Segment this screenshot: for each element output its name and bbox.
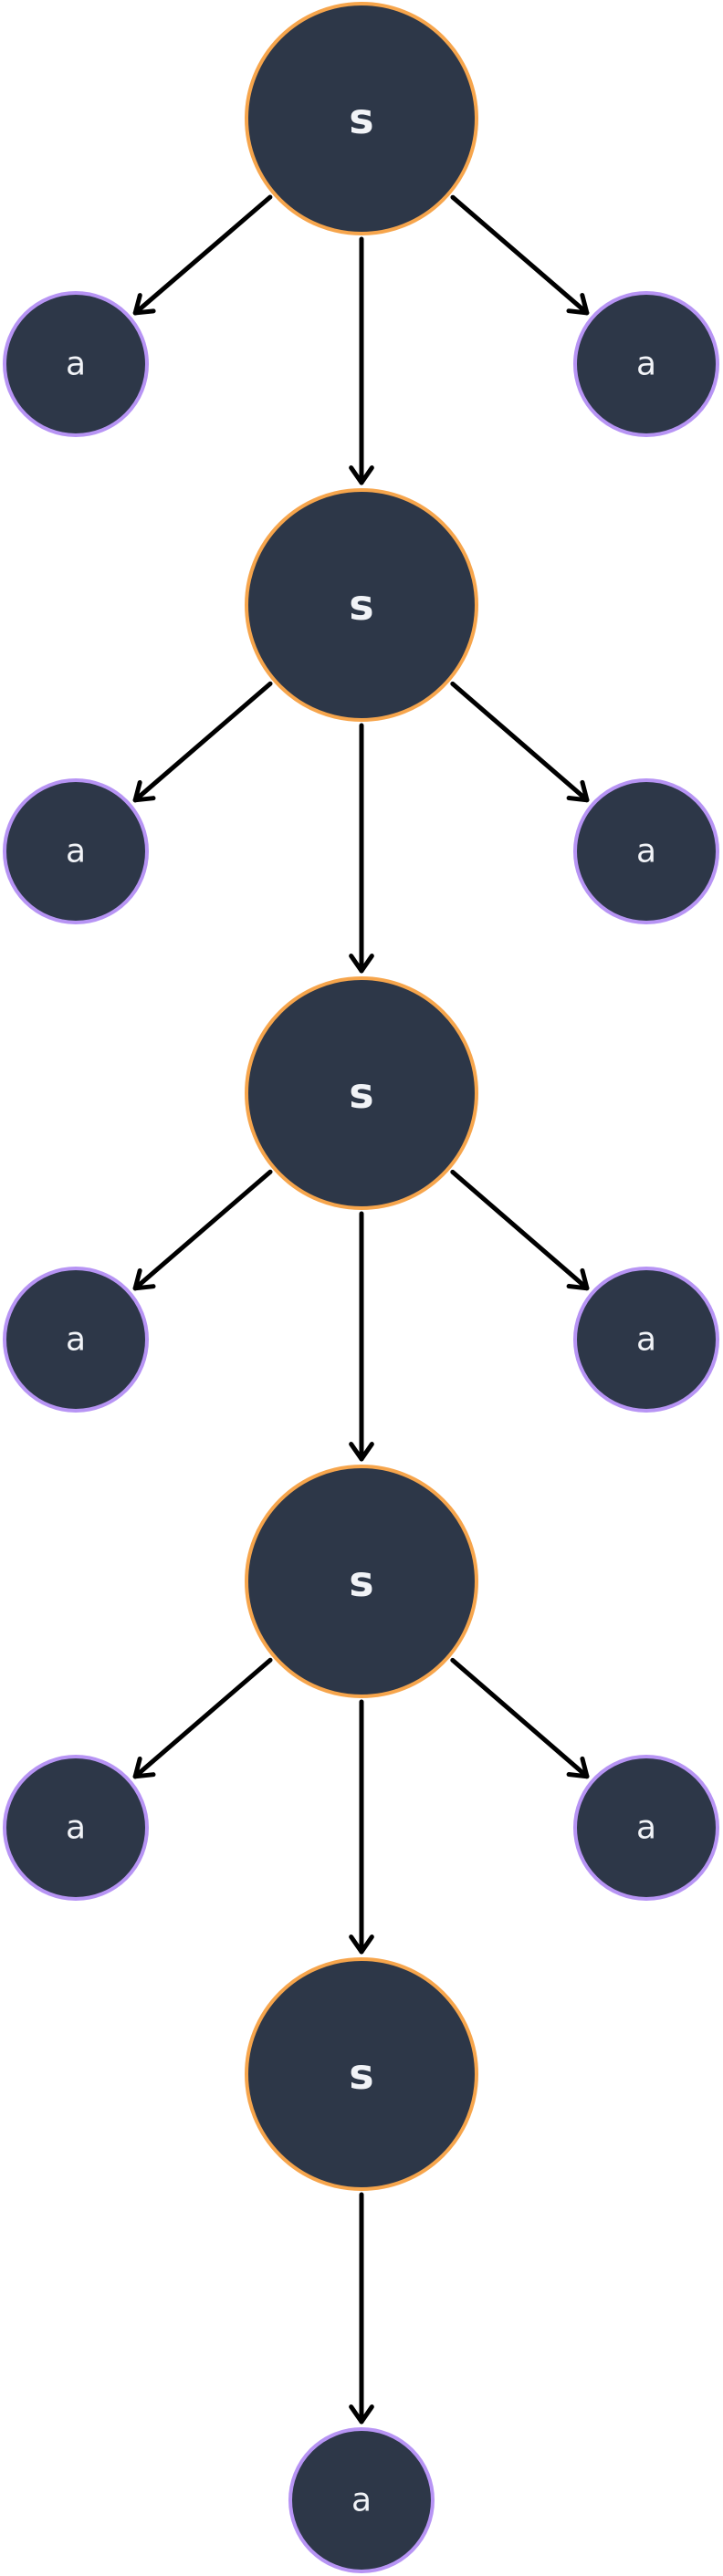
action-node-label: a [636,1321,656,1359]
state-node-label: s [349,1557,373,1606]
state-action-diagram: s s s s s a a a a a a a a a [3,2,719,2573]
state-node: s [245,976,478,1210]
action-node-label: a [636,833,656,871]
edge-arrow [132,194,273,316]
edge-arrow [450,681,590,803]
state-node: s [245,1957,478,2191]
action-node-label: a [66,346,86,383]
action-node: a [573,1755,719,1901]
action-node-label: a [66,1321,86,1359]
state-node: s [245,2,478,235]
edge-arrow [132,681,273,803]
action-node-label: a [66,1809,86,1847]
state-node-label: s [349,2049,373,2099]
action-node: a [3,291,149,437]
state-node-label: s [349,1069,373,1118]
action-node: a [573,1267,719,1413]
action-node: a [3,1267,149,1413]
state-node: s [245,488,478,722]
edge-arrow [132,1657,273,1779]
state-node-label: s [349,580,373,630]
edge-arrow [132,1169,273,1291]
action-node: a [288,2427,435,2573]
action-node-label: a [636,1809,656,1847]
action-node: a [3,1755,149,1901]
action-node: a [573,291,719,437]
action-node: a [573,778,719,924]
state-node: s [245,1465,478,1698]
action-node-label: a [66,833,86,871]
edge-arrow [450,1169,590,1291]
edge-arrow [450,1657,590,1779]
action-node: a [3,778,149,924]
edge-arrow [450,194,590,316]
action-node-label: a [351,2482,372,2519]
action-node-label: a [636,346,656,383]
state-node-label: s [349,94,373,143]
